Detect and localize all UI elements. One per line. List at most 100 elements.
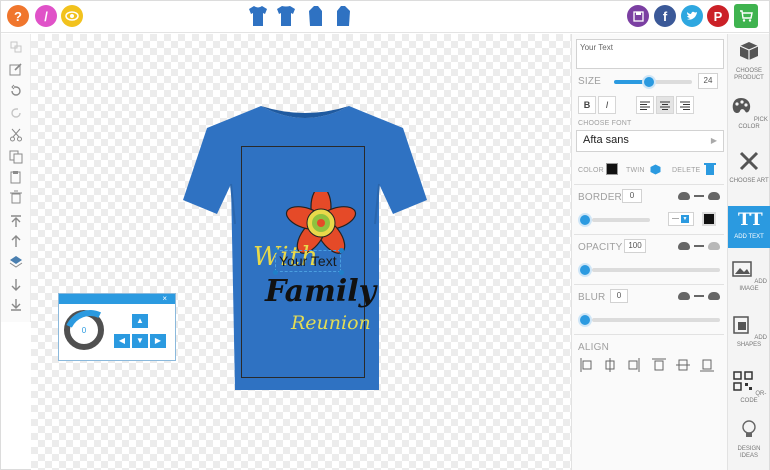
move-left-button[interactable]: ◀ [114,334,130,348]
border-style-select[interactable]: — ▼ [668,212,694,226]
color-label: COLOR [578,167,604,174]
back-view-button[interactable] [276,5,296,27]
nav-label: CHOOSE ART [729,178,769,184]
undo-button[interactable] [9,84,23,98]
size-slider-rest[interactable] [652,80,692,84]
close-icon[interactable]: × [162,294,167,303]
design-text-family[interactable]: Family [265,274,376,309]
send-backward-button[interactable] [9,278,23,292]
bold-button[interactable]: B [578,96,596,114]
blur-value-field[interactable]: 0 [610,289,628,303]
cloud-icon[interactable] [708,242,720,250]
help-button[interactable]: ? [7,5,29,27]
copy-button[interactable] [9,150,23,164]
align-top-icon[interactable] [652,358,666,372]
twin-cube-icon[interactable] [650,164,661,175]
blur-value: 0 [616,291,622,300]
align-right-text-button[interactable] [676,96,694,114]
front-view-button[interactable] [248,5,268,27]
cut-button[interactable] [9,128,23,142]
rotation-dial[interactable]: 0 [64,310,104,350]
nav-add-shapes[interactable]: ADD SHAPES [728,314,770,362]
cart-button[interactable] [734,4,758,28]
opacity-slider-track[interactable] [592,268,720,272]
move-up-button[interactable]: ▲ [132,314,148,328]
edit-button[interactable]: / [35,5,57,27]
link-icon[interactable] [694,195,704,197]
preview-button[interactable] [61,5,83,27]
bring-forward-button[interactable] [9,234,23,248]
nav-design-ideas[interactable]: DESIGN IDEAS [728,418,770,466]
arrow-left-icon: ◀ [118,336,126,345]
text-input[interactable]: Your Text [576,39,724,69]
nav-add-image[interactable]: ADD IMAGE [728,258,770,306]
pinterest-share-button[interactable]: P [707,5,729,27]
align-center-text-button[interactable] [656,96,674,114]
nav-pick-color[interactable]: PICK COLOR [728,96,770,144]
font-selector[interactable]: Afta sans ▶ [576,130,724,152]
link-icon[interactable] [694,295,704,297]
group-button[interactable] [9,40,23,54]
selection-handle[interactable] [339,248,344,253]
layers-button[interactable] [9,254,23,268]
cloud-icon[interactable] [678,292,690,300]
bring-to-front-button[interactable] [9,214,23,228]
align-left-text-button[interactable] [636,96,654,114]
align-right-icon[interactable] [628,358,640,372]
nav-add-text[interactable]: Tt ADD TEXT [728,206,770,248]
cloud-icon[interactable] [678,242,690,250]
send-to-back-button[interactable] [9,298,23,312]
designer-app: ? / f P With Your Text Family Reunion × … [0,0,770,470]
border-slider-track[interactable] [592,218,650,222]
italic-button[interactable]: I [598,96,616,114]
nav-label: QR-CODE [740,391,767,404]
align-center-h-icon[interactable] [604,358,616,372]
align-middle-icon[interactable] [676,358,690,372]
trash-icon[interactable] [704,162,716,176]
align-left-icon[interactable] [580,358,592,372]
cloud-icon[interactable] [678,192,690,200]
left-sleeve-view-button[interactable] [306,5,326,27]
opacity-slider-handle[interactable] [578,263,592,277]
move-down-button[interactable]: ▼ [132,334,148,348]
image-icon [732,261,752,277]
nav-choose-art[interactable]: CHOOSE ART [728,150,770,198]
chevron-down-icon: ▼ [680,215,689,223]
redo-button[interactable] [9,106,23,120]
border-slider-handle[interactable] [578,213,592,227]
blur-slider-track[interactable] [592,318,720,322]
edit-object-button[interactable] [9,62,23,76]
cloud-icon[interactable] [708,292,720,300]
text-color-swatch[interactable] [606,163,618,175]
save-design-button[interactable] [627,5,649,27]
link-icon[interactable] [694,245,704,247]
arrow-down-icon [11,279,21,291]
delete-object-button[interactable] [9,190,23,204]
twitter-share-button[interactable] [681,5,703,27]
left-toolbar [1,34,31,322]
align-bottom-icon[interactable] [700,358,714,372]
nav-qr-code[interactable]: QR-CODE [728,370,770,410]
nav-label: ADD TEXT [734,234,764,240]
selection-handle[interactable] [273,248,278,253]
design-text-reunion[interactable]: Reunion [291,312,371,334]
nav-choose-product[interactable]: CHOOSE PRODUCT [728,40,770,92]
design-canvas[interactable]: With Your Text Family Reunion [31,34,571,470]
paste-button[interactable] [9,170,23,184]
border-color-swatch[interactable] [702,212,716,226]
align-label: ALIGN [578,342,610,353]
bring-front-icon [11,215,21,227]
edit-icon [9,63,22,76]
cloud-icon[interactable] [708,192,720,200]
design-text-selected[interactable]: Your Text [279,253,337,269]
shapes-icon [733,316,749,334]
border-value-field[interactable]: 0 [622,189,642,203]
move-right-button[interactable]: ▶ [150,334,166,348]
right-sleeve-view-button[interactable] [333,5,353,27]
opacity-value-field[interactable]: 100 [624,239,646,253]
blur-slider-handle[interactable] [578,313,592,327]
brush-icon [739,151,759,171]
facebook-share-button[interactable]: f [654,5,676,27]
size-value-field[interactable]: 24 [698,73,718,89]
size-slider-handle[interactable] [642,75,656,89]
